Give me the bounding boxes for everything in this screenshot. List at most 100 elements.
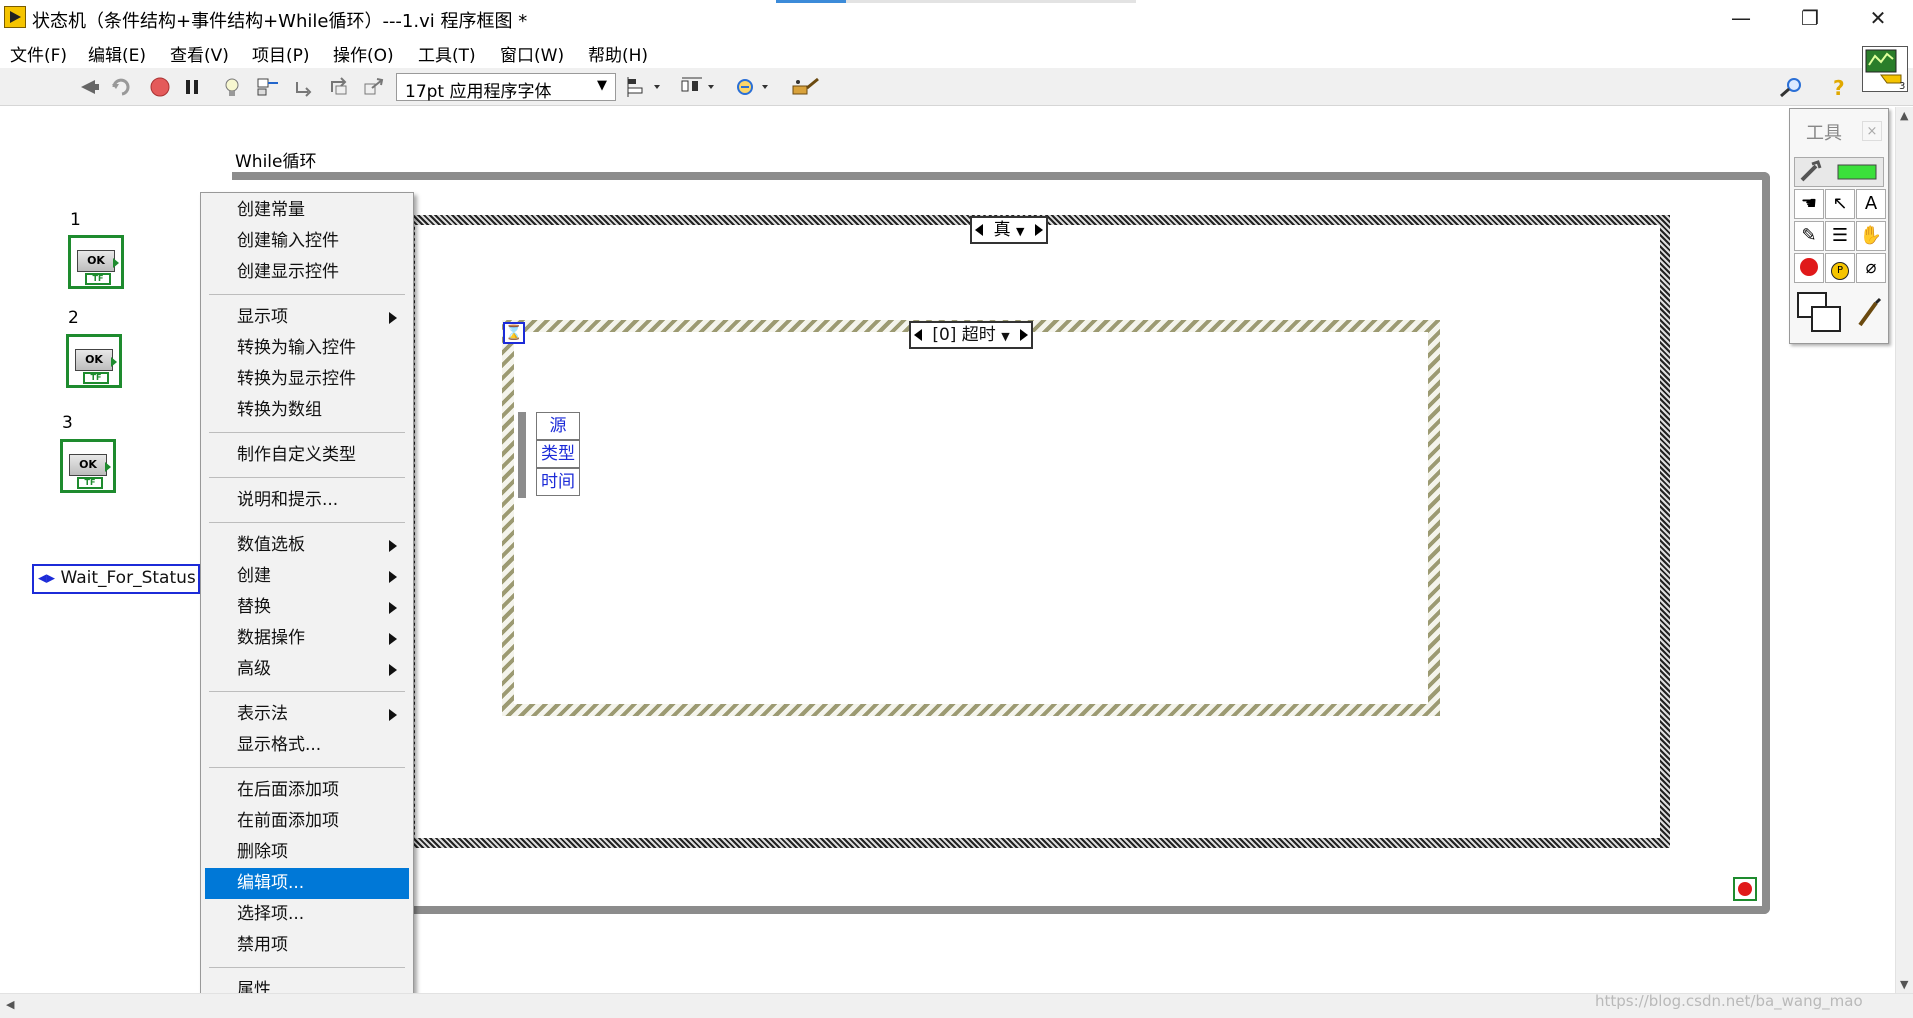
menu-separator: [209, 967, 405, 968]
menu-replace[interactable]: 替换: [205, 592, 409, 623]
probe-icon[interactable]: P: [1825, 253, 1855, 283]
boolean-control-2[interactable]: OK TF: [66, 334, 122, 388]
align-objects-icon[interactable]: [626, 76, 666, 98]
case-selector[interactable]: 真 ▼: [970, 216, 1048, 244]
paintbrush-icon[interactable]: [1854, 295, 1884, 331]
menu-display-format[interactable]: 显示格式...: [205, 730, 409, 761]
menu-data-operations[interactable]: 数据操作: [205, 623, 409, 654]
enum-constant[interactable]: ◂▸ Wait_For_Status: [32, 564, 200, 594]
edit-text-icon[interactable]: A: [1856, 189, 1886, 219]
connect-wire-icon[interactable]: ✎: [1794, 221, 1824, 251]
boolean-control-3[interactable]: OK TF: [60, 439, 116, 493]
step-into-icon[interactable]: [294, 76, 318, 98]
scroll-down-icon[interactable]: ▼: [1900, 978, 1908, 991]
menu-project[interactable]: 项目(P): [252, 41, 310, 66]
object-shortcut-menu-icon[interactable]: ☰: [1825, 221, 1855, 251]
menu-make-typedef[interactable]: 制作自定义类型: [205, 440, 409, 471]
event-structure[interactable]: [502, 320, 1440, 716]
position-select-icon[interactable]: ↖: [1825, 189, 1855, 219]
bool-control-label-1: 1: [70, 210, 81, 230]
scroll-up-icon[interactable]: ▲: [1900, 109, 1908, 122]
event-field-source[interactable]: 源: [536, 412, 580, 440]
output-terminal-icon: [111, 357, 117, 367]
menu-label: 创建: [237, 566, 271, 586]
menu-disable-item[interactable]: 禁用项: [205, 930, 409, 961]
cleanup-diagram-icon[interactable]: [790, 76, 822, 98]
vi-icon[interactable]: 3: [1862, 46, 1908, 92]
case-next-icon[interactable]: [1035, 224, 1043, 236]
event-next-icon[interactable]: [1020, 329, 1028, 341]
menu-representation[interactable]: 表示法: [205, 699, 409, 730]
get-color-icon[interactable]: ⌀: [1856, 253, 1886, 283]
event-field-type[interactable]: 类型: [536, 440, 580, 468]
toolbar: 17pt 应用程序字体 ▼ ?: [0, 68, 1913, 106]
menu-file[interactable]: 文件(F): [10, 41, 67, 66]
menu-change-to-indicator[interactable]: 转换为显示控件: [205, 364, 409, 395]
menu-window[interactable]: 窗口(W): [500, 41, 564, 66]
menu-change-to-array[interactable]: 转换为数组: [205, 395, 409, 426]
menu-visible-items[interactable]: 显示项: [205, 302, 409, 333]
menu-create-control[interactable]: 创建输入控件: [205, 226, 409, 257]
pause-icon[interactable]: [180, 76, 204, 98]
scroll-left-icon[interactable]: ◀: [6, 998, 14, 1011]
menu-create-constant[interactable]: 创建常量: [205, 195, 409, 226]
event-prev-icon[interactable]: [914, 329, 922, 341]
menu-view[interactable]: 查看(V): [170, 41, 229, 66]
event-data-node[interactable]: 源 类型 时间: [518, 412, 580, 498]
scroll-window-icon[interactable]: ✋: [1856, 221, 1886, 251]
help-icon[interactable]: ?: [1827, 76, 1851, 98]
close-button[interactable]: ✕: [1848, 0, 1908, 36]
menu-create[interactable]: 创建: [205, 561, 409, 592]
menu-create-indicator[interactable]: 创建显示控件: [205, 257, 409, 288]
step-out-icon[interactable]: [362, 76, 386, 98]
menu-change-to-control[interactable]: 转换为输入控件: [205, 333, 409, 364]
menu-operate[interactable]: 操作(O): [333, 41, 394, 66]
chevron-down-icon: ▼: [597, 78, 607, 93]
boolean-control-1[interactable]: OK TF: [68, 235, 124, 289]
timeout-hourglass-icon[interactable]: ⌛: [503, 322, 525, 344]
tf-badge: TF: [83, 372, 109, 384]
loop-condition-stop-icon[interactable]: [1733, 877, 1757, 901]
while-loop-label: While循环: [235, 152, 317, 172]
menu-description-tip[interactable]: 说明和提示...: [205, 485, 409, 516]
run-continuously-icon[interactable]: [110, 76, 134, 98]
font-dropdown[interactable]: 17pt 应用程序字体 ▼: [396, 73, 616, 102]
menu-advanced[interactable]: 高级: [205, 654, 409, 685]
menu-edit-items[interactable]: 编辑项...: [205, 868, 409, 899]
search-icon[interactable]: [1776, 76, 1806, 98]
step-over-icon[interactable]: [328, 76, 352, 98]
window-title: 状态机（条件结构+事件结构+While循环）---1.vi 程序框图 *: [32, 11, 528, 32]
abort-icon[interactable]: [148, 76, 172, 98]
labview-vi-icon: [4, 6, 26, 28]
menu-add-item-before[interactable]: 在前面添加项: [205, 806, 409, 837]
menu-numeric-palette[interactable]: 数值选板: [205, 530, 409, 561]
breakpoint-icon[interactable]: [1794, 253, 1824, 283]
case-prev-icon[interactable]: [975, 224, 983, 236]
menu-bar: 文件(F) 编辑(E) 查看(V) 项目(P) 操作(O) 工具(T) 窗口(W…: [0, 38, 1913, 68]
vertical-scrollbar[interactable]: ▲ ▼: [1895, 107, 1913, 993]
distribute-objects-icon[interactable]: [680, 76, 720, 98]
set-color-icon[interactable]: [1794, 289, 1852, 337]
reorder-icon[interactable]: [734, 76, 774, 98]
menu-help[interactable]: 帮助(H): [588, 41, 648, 66]
event-field-time[interactable]: 时间: [536, 468, 580, 496]
retain-wire-values-icon[interactable]: [256, 76, 280, 98]
output-terminal-icon: [113, 258, 119, 268]
menu-select-item[interactable]: 选择项...: [205, 899, 409, 930]
chevron-down-icon[interactable]: ▼: [1016, 225, 1024, 238]
event-selector[interactable]: [0] 超时 ▼: [909, 321, 1033, 349]
operate-value-icon[interactable]: ☚: [1794, 189, 1824, 219]
bool-control-label-2: 2: [68, 308, 79, 328]
maximize-button[interactable]: ❐: [1780, 0, 1840, 36]
automatic-tool-selection-icon[interactable]: [1794, 157, 1884, 187]
close-icon[interactable]: ×: [1862, 121, 1882, 141]
run-arrow-icon[interactable]: [78, 76, 102, 98]
menu-tools[interactable]: 工具(T): [418, 41, 476, 66]
minimize-button[interactable]: —: [1711, 0, 1771, 36]
chevron-down-icon[interactable]: ▼: [1001, 330, 1009, 343]
menu-edit[interactable]: 编辑(E): [88, 41, 146, 66]
tools-palette: 工具 × ☚ ↖ A ✎ ☰ ✋ P ⌀: [1789, 108, 1889, 344]
menu-add-item-after[interactable]: 在后面添加项: [205, 775, 409, 806]
highlight-execution-icon[interactable]: [220, 76, 244, 98]
menu-remove-item[interactable]: 删除项: [205, 837, 409, 868]
